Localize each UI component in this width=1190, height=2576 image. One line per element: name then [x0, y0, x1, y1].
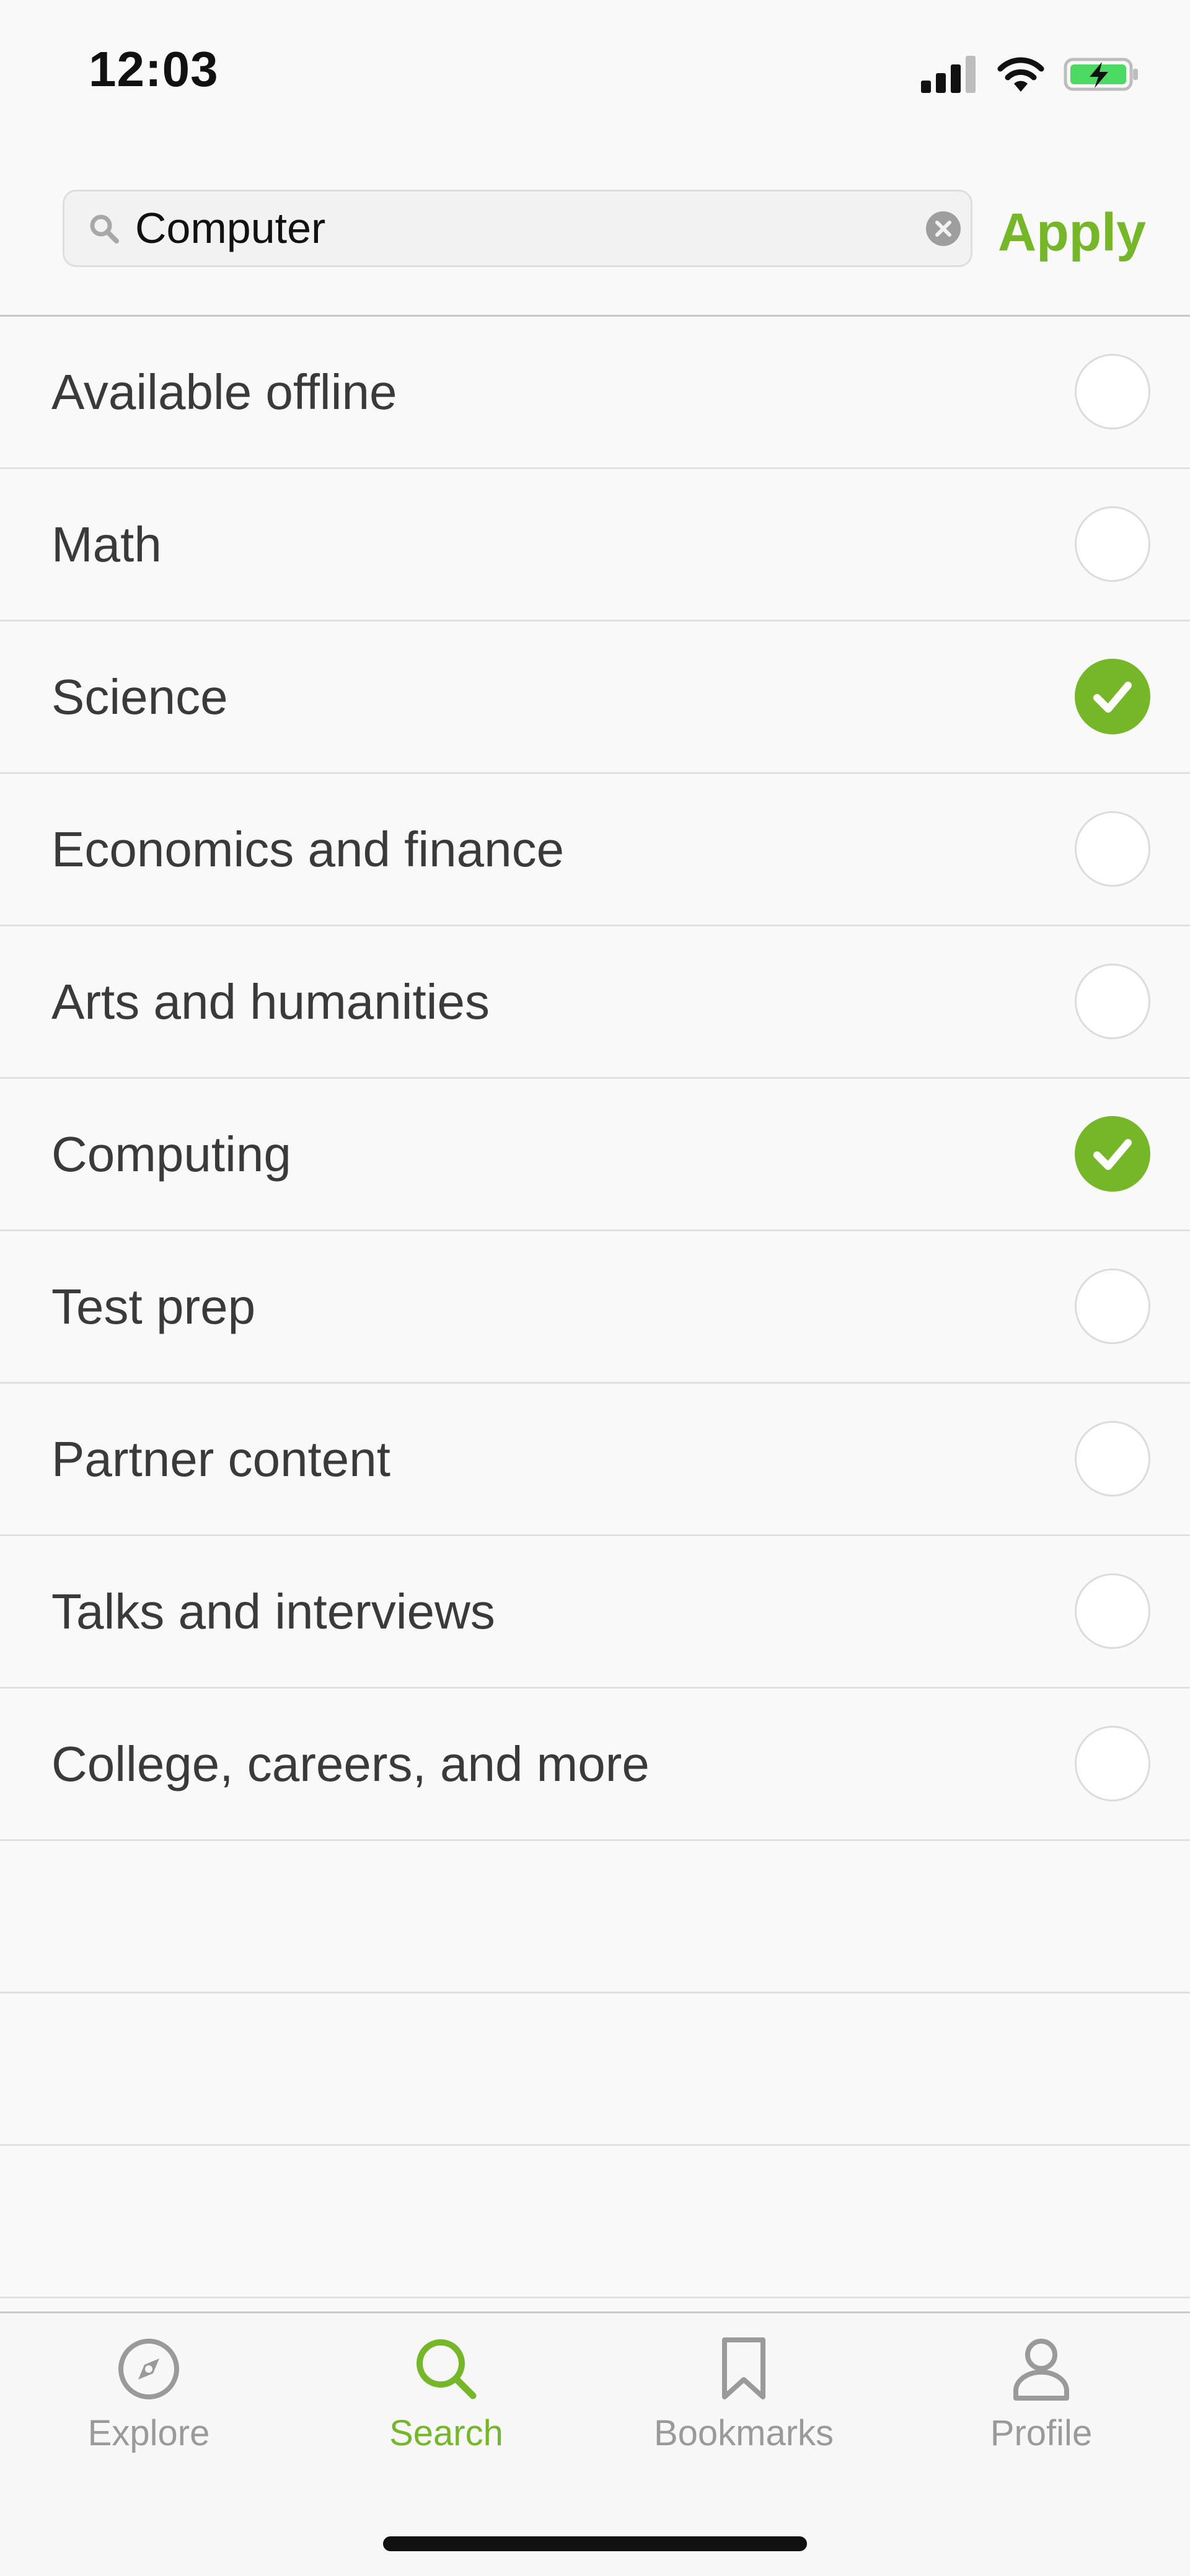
filter-row-talks-and-interviews[interactable]: Talks and interviews — [0, 1536, 1190, 1689]
status-bar: 12:03 — [0, 0, 1190, 143]
tab-bar: Explore Search Bookmarks Profile — [0, 2311, 1190, 2576]
battery-charging-icon — [1064, 58, 1138, 91]
filter-label: Arts and humanities — [51, 974, 490, 1029]
filter-checkbox[interactable] — [1075, 1421, 1150, 1497]
filter-checkbox[interactable] — [1075, 354, 1150, 429]
status-time: 12:03 — [89, 42, 219, 97]
filter-checkbox-checked[interactable] — [1075, 659, 1150, 734]
filter-label: Science — [51, 669, 228, 724]
checkmark-icon — [1093, 1139, 1132, 1170]
empty-row — [0, 1994, 1190, 2146]
filter-row-available-offline[interactable]: Available offline — [0, 317, 1190, 469]
person-icon — [1013, 2339, 1069, 2401]
search-field[interactable]: Computer — [63, 190, 972, 267]
filter-row-economics-and-finance[interactable]: Economics and finance — [0, 774, 1190, 926]
status-icons — [921, 53, 1140, 96]
search-input[interactable]: Computer — [135, 191, 325, 265]
search-icon — [90, 214, 119, 244]
filter-checkbox[interactable] — [1075, 811, 1150, 887]
tab-label: Profile — [990, 2413, 1093, 2453]
search-header: Computer Apply — [0, 143, 1190, 317]
filter-row-science[interactable]: Science — [0, 622, 1190, 774]
filter-row-arts-and-humanities[interactable]: Arts and humanities — [0, 926, 1190, 1079]
tab-label: Bookmarks — [653, 2413, 834, 2453]
filter-row-test-prep[interactable]: Test prep — [0, 1231, 1190, 1384]
filter-checkbox[interactable] — [1075, 506, 1150, 582]
filter-label: Math — [51, 517, 162, 572]
filter-row-computing[interactable]: Computing — [0, 1079, 1190, 1231]
filter-label: Available offline — [51, 364, 397, 420]
filter-label: Test prep — [51, 1279, 256, 1334]
clear-icon[interactable] — [925, 210, 962, 247]
filter-row-partner-content[interactable]: Partner content — [0, 1384, 1190, 1536]
tab-search[interactable]: Search — [298, 2313, 595, 2474]
tab-profile[interactable]: Profile — [892, 2313, 1190, 2474]
filter-checkbox[interactable] — [1075, 1573, 1150, 1649]
filter-row-college-careers-and-more[interactable]: College, careers, and more — [0, 1689, 1190, 1841]
tab-label: Explore — [87, 2413, 210, 2453]
tab-explore[interactable]: Explore — [0, 2313, 298, 2474]
filter-label: Computing — [51, 1127, 291, 1182]
apply-button[interactable]: Apply — [998, 201, 1146, 263]
filter-checkbox[interactable] — [1075, 1268, 1150, 1344]
filter-row-math[interactable]: Math — [0, 469, 1190, 622]
empty-row — [0, 2146, 1190, 2298]
tab-label: Search — [389, 2413, 503, 2453]
home-indicator — [383, 2536, 807, 2551]
wifi-icon — [997, 57, 1044, 92]
filter-label: Talks and interviews — [51, 1584, 495, 1639]
filter-checkbox-checked[interactable] — [1075, 1116, 1150, 1192]
bookmark-icon — [722, 2337, 765, 2399]
empty-row — [0, 1841, 1190, 1994]
checkmark-icon — [1093, 682, 1132, 713]
cellular-signal-icon — [921, 56, 976, 93]
filter-label: College, careers, and more — [51, 1736, 650, 1791]
filter-label: Economics and finance — [51, 822, 565, 877]
compass-icon — [118, 2339, 179, 2399]
filter-label: Partner content — [51, 1431, 390, 1487]
search-icon — [416, 2339, 477, 2399]
filter-checkbox[interactable] — [1075, 1726, 1150, 1801]
tab-bookmarks[interactable]: Bookmarks — [595, 2313, 892, 2474]
filter-list: Available offline Math Science Economics… — [0, 317, 1190, 2298]
filter-checkbox[interactable] — [1075, 964, 1150, 1039]
